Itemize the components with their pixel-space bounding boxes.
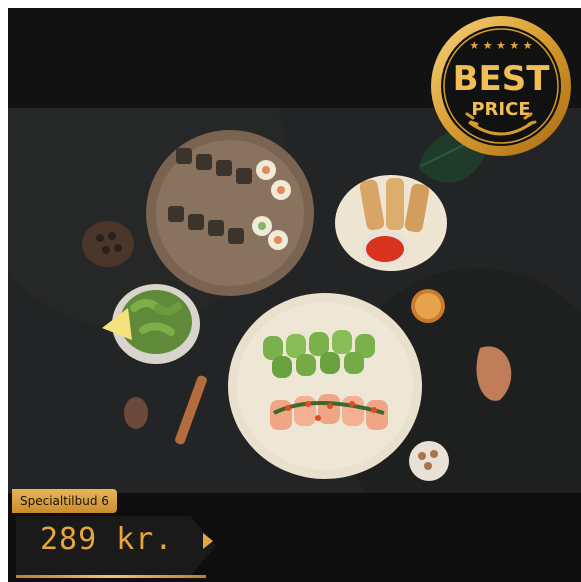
chevron-right-icon[interactable]: [203, 533, 213, 549]
offer-label: Specialtilbud 6: [12, 489, 117, 513]
offer-price[interactable]: 289 kr.: [40, 522, 173, 557]
best-price-badge: ★ ★ ★ ★ ★ BEST PRICE: [429, 14, 573, 158]
badge-stars: ★ ★ ★ ★ ★: [469, 39, 532, 52]
sushi-platter-photo: [8, 108, 581, 493]
gold-divider: [16, 575, 206, 578]
badge-best-text: BEST: [453, 59, 551, 99]
badge-price-text: PRICE: [471, 99, 530, 120]
offer-card[interactable]: ★ ★ ★ ★ ★ BEST PRICE Specialtilbud 6 289…: [8, 8, 581, 582]
